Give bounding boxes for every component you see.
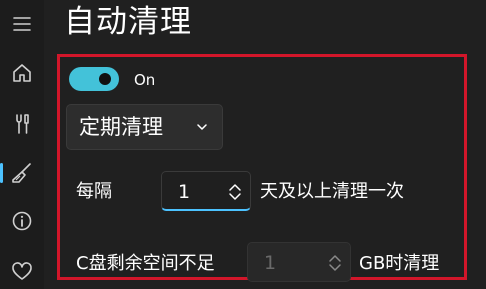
interval-prefix-label: 每隔 [76,181,112,202]
space-suffix-label: GB时清理 [359,253,440,274]
auto-clean-toggle[interactable] [69,67,119,91]
broom-icon[interactable] [10,161,34,185]
tools-icon[interactable] [10,112,34,136]
nav-active-indicator [0,163,3,183]
interval-days-value: 1 [178,181,191,203]
space-prefix-label: C盘剩余空间不足 [76,253,215,274]
stepper-arrows-icon[interactable] [227,183,243,201]
clean-mode-dropdown[interactable]: 定期清理 [66,104,223,150]
nav-rail [0,0,44,289]
hamburger-menu-icon[interactable] [10,12,34,36]
interval-days-stepper[interactable]: 1 [161,171,251,211]
page-title: 自动清理 [64,4,192,40]
home-icon[interactable] [10,61,34,85]
space-gb-stepper[interactable]: 1 [247,242,351,282]
space-gb-value: 1 [264,252,277,274]
toggle-knob [99,73,111,85]
clean-mode-value: 定期清理 [79,115,163,139]
chevron-down-icon [197,124,207,130]
info-icon[interactable] [10,209,34,233]
stepper-arrows-disabled-icon [329,255,341,271]
toggle-state-label: On [134,71,156,89]
heart-icon[interactable] [10,259,34,283]
interval-suffix-label: 天及以上清理一次 [260,181,404,202]
